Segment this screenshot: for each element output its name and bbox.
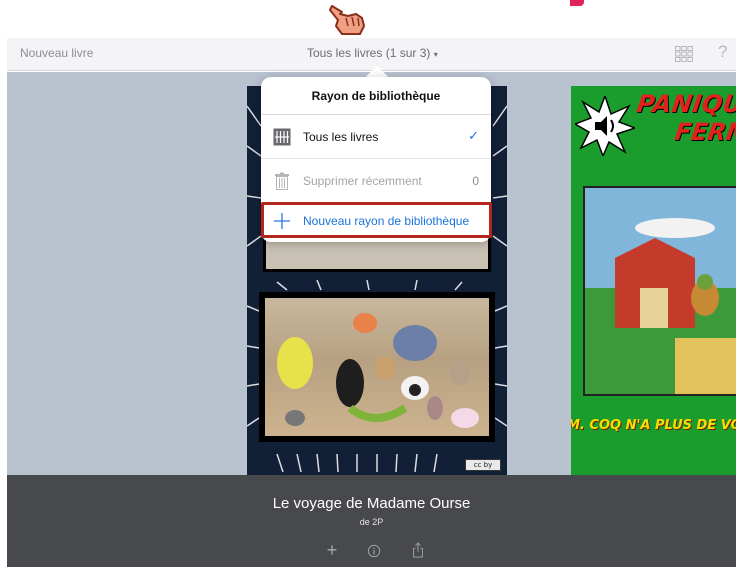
shelf-item-label: Tous les livres [303,130,379,144]
add-icon[interactable]: + [322,541,342,562]
checkmark-icon: ✓ [468,128,479,143]
shelf-icon [273,128,291,146]
book-title-line2: FERM [673,118,736,146]
top-edge-fragment [570,0,584,6]
shelf-selector[interactable]: Tous les livres (1 sur 3) ▾ [307,46,438,60]
farm-drawing-illustration [585,188,736,394]
trash-icon [275,172,289,190]
shelf-item-all-books[interactable]: Tous les livres ✓ [261,115,491,159]
help-icon[interactable]: ? [718,42,727,62]
info-icon[interactable] [364,542,384,562]
chevron-down-icon: ▾ [433,50,438,59]
farm-drawing [583,186,736,396]
book-photo-frame [259,292,495,442]
book-cover-panique-ferme[interactable]: PANIQU FERM M. COQ N'A PLUS DE VO [571,86,736,475]
grid-icon[interactable] [675,46,693,62]
shelf-item-label: Supprimer récemment [303,174,422,188]
speaker-burst-icon [575,96,635,156]
highlight-box [261,202,492,238]
book-title: Le voyage de Madame Ourse [272,495,471,512]
book-author: de 2P [359,517,384,527]
book-title-line1: PANIQU [635,90,736,118]
new-book-button[interactable]: Nouveau livre [20,46,93,60]
share-icon[interactable] [408,542,428,562]
creative-commons-badge: cc by [465,459,501,471]
shelf-selector-label: Tous les livres (1 sur 3) [307,46,431,60]
clay-figures-photo [265,298,489,436]
hand-pointer-icon [329,5,365,35]
book-info-bar: Le voyage de Madame Ourse de 2P + [7,475,736,567]
deleted-count: 0 [472,174,479,188]
clay-figures-illustration [277,313,479,428]
popover-title: Rayon de bibliothèque [261,77,491,115]
shelf-item-recently-deleted[interactable]: Supprimer récemment 0 [261,159,491,203]
top-toolbar: Nouveau livre Tous les livres (1 sur 3) … [7,38,736,71]
book-caption: M. COQ N'A PLUS DE VO [571,418,736,433]
